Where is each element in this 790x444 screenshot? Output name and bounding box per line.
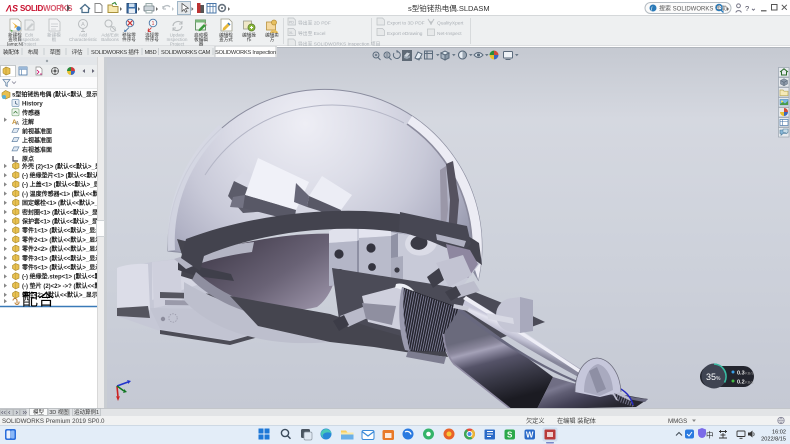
svg-text:Export eDrawing: Export eDrawing [387,31,423,37]
svg-text:3D 视图: 3D 视图 [49,408,69,416]
svg-text:欠定义: 欠定义 [526,417,545,425]
svg-text:MBD: MBD [145,50,157,56]
svg-text:ΛS: ΛS [5,4,18,14]
svg-text:A: A [81,22,85,28]
svg-text:导出至 SOLIDWORKS Inspection 项目: 导出至 SOLIDWORKS Inspection 项目 [298,41,380,47]
svg-text:外壳 (2)<1> (默认<<默认>_显示状: 外壳 (2)<1> (默认<<默认>_显示状 [21,162,107,170]
svg-text:SOLIDWORKS Inspection: SOLIDWORKS Inspection [215,50,276,56]
svg-text:传感器: 传感器 [21,109,41,117]
svg-text:s型铂铑热电偶.SLDASM: s型铂铑热电偶.SLDASM [408,3,490,13]
svg-text:0.3: 0.3 [737,371,745,377]
svg-text:注解: 注解 [22,118,34,126]
svg-text:%: % [716,376,721,382]
svg-text:Net-Inspect: Net-Inspect [437,31,462,37]
svg-text:SOLIDWORKS 插件: SOLIDWORKS 插件 [91,48,140,56]
svg-text:SOLIDWORKS CAM: SOLIDWORKS CAM [161,50,211,56]
svg-text:Balloons: Balloons [101,37,119,42]
svg-text:KB/s: KB/s [745,371,753,376]
svg-text:(-) 绝缘垫.step<1> (默认<<默认>: (-) 绝缘垫.step<1> (默认<<默认> [22,273,107,281]
svg-text:零件2<2> (默认<<默认>_显示状态: 零件2<2> (默认<<默认>_显示状态 [21,245,107,253]
svg-text:A: A [16,121,20,127]
svg-text:零件5<1> (默认<<默认>_显示状态: 零件5<1> (默认<<默认>_显示状态 [21,264,107,272]
svg-text:0.2: 0.2 [737,380,745,386]
svg-text:在编辑 装配体: 在编辑 装配体 [557,417,597,425]
svg-text:模型: 模型 [33,408,45,416]
svg-text:前视基准面: 前视基准面 [22,127,52,135]
svg-text:SOLIDWORKS Premium 2019 SP0.0: SOLIDWORKS Premium 2019 SP0.0 [2,418,105,425]
svg-text:零件2<1> (默认<<默认>_显示状态: 零件2<1> (默认<<默认>_显示状态 [21,236,107,244]
svg-text:装配体: 装配体 [3,48,20,56]
svg-text:草图: 草图 [50,48,61,56]
svg-text:(-) 上盖<1> (默认<<默认>_显示状: (-) 上盖<1> (默认<<默认>_显示状 [22,181,107,189]
svg-text:中: 中 [706,430,714,440]
svg-text:零件3<1> (默认<<默认>_显示状态: 零件3<1> (默认<<默认>_显示状态 [21,254,107,262]
svg-text:评估: 评估 [72,48,83,56]
svg-text:方: 方 [270,36,275,43]
svg-text:布局: 布局 [28,48,39,56]
svg-text:密封圈<1> (默认<<默认>_显示状: 密封圈<1> (默认<<默认>_显示状 [22,208,107,216]
svg-text:16:02: 16:02 [772,430,786,436]
svg-text:History: History [22,102,43,108]
svg-text:MMGS: MMGS [668,418,687,425]
svg-text:®: ® [60,3,63,8]
svg-text:?: ? [745,4,749,13]
svg-text:s型铂铑热电偶 (默认<默认_显示状态-1: s型铂铑热电偶 (默认<默认_显示状态-1 [12,91,107,99]
svg-text:导出至 Excel: 导出至 Excel [298,30,325,37]
svg-text:零件1<1> (默认<<默认>_显示状态: 零件1<1> (默认<<默认>_显示状态 [21,227,107,235]
svg-text:固定螺栓<1> (默认<<默认>_显示状: 固定螺栓<1> (默认<<默认>_显示状 [22,199,107,207]
svg-text:右视基准面: 右视基准面 [21,146,52,154]
svg-text:保护套<1> (默认<<默认>_显示状: 保护套<1> (默认<<默认>_显示状 [21,218,107,226]
svg-text:S: S [507,431,513,440]
svg-text:XL: XL [289,31,293,35]
svg-text:作: 作 [247,36,252,43]
svg-text:35: 35 [706,372,716,382]
svg-text:(-) 垫片 (2)<2> ->? (默认<<默认: (-) 垫片 (2)<2> ->? (默认<<默认 [22,282,107,290]
svg-text:配合: 配合 [22,291,54,309]
svg-text:上视基准面: 上视基准面 [22,137,52,145]
svg-text:2022/8/15: 2022/8/15 [761,437,786,443]
svg-text:QualityXpert: QualityXpert [437,21,464,27]
svg-text:(-) 温度传感器<1> (默认<<默认>_: (-) 温度传感器<1> (默认<<默认>_ [22,190,107,198]
svg-text:Characteristic: Characteristic [69,37,98,42]
svg-text:PD: PD [289,21,294,25]
svg-text:SOLIDWORKS: SOLIDWORKS [20,4,73,13]
svg-text:件序号: 件序号 [145,36,159,43]
svg-text:W: W [526,431,534,440]
svg-text:查方式: 查方式 [219,36,233,43]
svg-text:1: 1 [152,21,155,27]
svg-text:KB/s: KB/s [745,380,753,385]
svg-text:运动算例1: 运动算例1 [74,408,99,416]
svg-text:件序号: 件序号 [122,36,136,43]
svg-text:(-) 绝缘垫片<1> (默认<<默认>_显: (-) 绝缘垫片<1> (默认<<默认>_显 [22,172,107,180]
svg-text:板: 板 [52,36,57,43]
svg-text:Export to 3D PDF: Export to 3D PDF [387,21,425,27]
svg-text:导出至 2D PDF: 导出至 2D PDF [298,20,331,27]
